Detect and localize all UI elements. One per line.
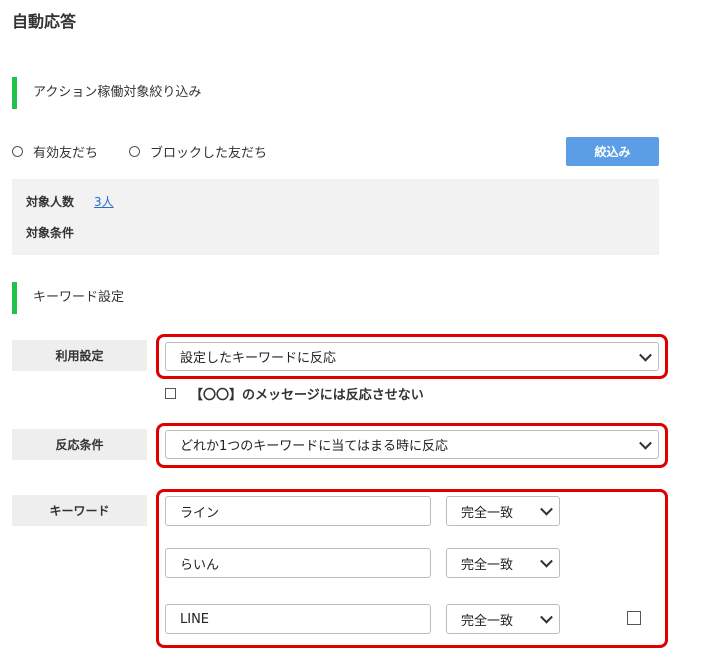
- match-type-select-1[interactable]: 完全一致: [446, 496, 560, 526]
- chevron-down-icon: [540, 502, 553, 516]
- match-type-value: 完全一致: [461, 505, 514, 521]
- keyword-label: キーワード: [12, 495, 147, 526]
- target-count-link[interactable]: 3人: [94, 193, 114, 210]
- chevron-down-icon: [540, 610, 553, 624]
- match-type-select-3[interactable]: 完全一致: [446, 604, 560, 634]
- ignore-message-option[interactable]: 【〇〇】のメッセージには反応させない: [165, 384, 424, 403]
- radio-circle-icon[interactable]: [12, 146, 23, 157]
- chevron-down-icon: [540, 554, 553, 568]
- keyword-value: らいん: [180, 557, 220, 573]
- target-condition-label: 対象条件: [26, 226, 75, 240]
- usage-setting-select[interactable]: 設定したキーワードに反応: [165, 342, 659, 371]
- reaction-condition-value: どれか1つのキーワードに当てはまる時に反応: [180, 439, 449, 454]
- usage-setting-label: 利用設定: [12, 340, 147, 371]
- radio-circle-icon[interactable]: [129, 146, 140, 157]
- radio-blocked-friends[interactable]: ブロックした友だち: [129, 142, 267, 161]
- radio-active-friends[interactable]: 有効友だち: [12, 142, 98, 161]
- checkbox-icon[interactable]: [165, 388, 176, 399]
- keyword-input-1[interactable]: ライン: [165, 496, 431, 526]
- keyword-input-3[interactable]: LINE: [165, 604, 431, 634]
- chevron-down-icon: [639, 348, 652, 362]
- page-title: 自動応答: [12, 12, 77, 31]
- filter-button[interactable]: 絞込み: [566, 137, 659, 166]
- match-type-value: 完全一致: [461, 613, 514, 629]
- section-heading-keyword-settings: キーワード設定: [12, 282, 124, 314]
- keyword-value: LINE: [180, 611, 210, 627]
- reaction-condition-select[interactable]: どれか1つのキーワードに当てはまる時に反応: [165, 430, 659, 459]
- radio-label: 有効友だち: [33, 146, 99, 161]
- delete-keyword-checkbox[interactable]: [627, 611, 641, 625]
- ignore-message-label: 【〇〇】のメッセージには反応させない: [190, 388, 424, 403]
- keyword-value: ライン: [180, 505, 220, 521]
- radio-label: ブロックした友だち: [150, 146, 268, 161]
- keyword-input-2[interactable]: らいん: [165, 548, 431, 578]
- match-type-select-2[interactable]: 完全一致: [446, 548, 560, 578]
- target-count-label: 対象人数: [26, 195, 75, 209]
- section-heading-action-filter: アクション稼働対象絞り込み: [12, 77, 201, 109]
- usage-setting-value: 設定したキーワードに反応: [180, 351, 337, 366]
- reaction-condition-label: 反応条件: [12, 429, 147, 460]
- target-summary-box: 対象人数 3人 対象条件: [12, 179, 659, 255]
- chevron-down-icon: [639, 436, 652, 450]
- match-type-value: 完全一致: [461, 557, 514, 573]
